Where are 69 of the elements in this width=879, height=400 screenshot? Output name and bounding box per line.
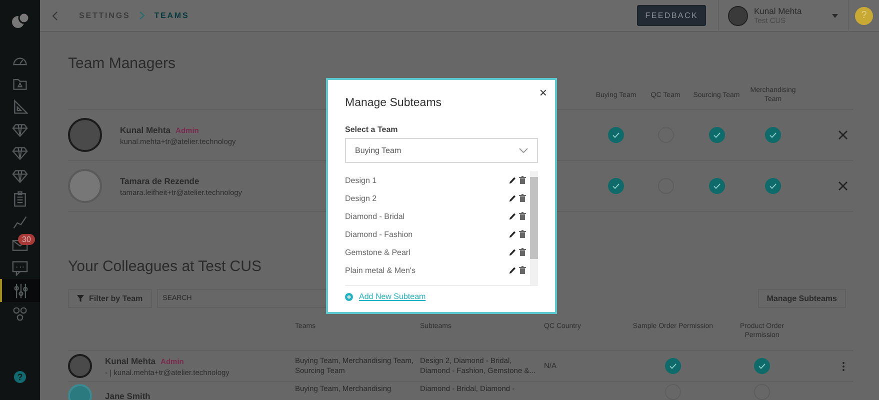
- manage-subteams-button[interactable]: Manage Subteams: [758, 289, 846, 308]
- subteam-name: Gemstone & Pearl: [345, 248, 410, 256]
- checked-circle[interactable]: [608, 127, 624, 143]
- checked-circle[interactable]: [708, 178, 724, 194]
- subteam-name: Design 1: [345, 176, 377, 184]
- trash-icon[interactable]: [519, 230, 526, 238]
- sidebar-item[interactable]: [0, 279, 40, 302]
- section-title: Your Colleagues at Test CUS: [68, 257, 262, 277]
- sidebar-item[interactable]: 30: [0, 233, 40, 256]
- trash-icon[interactable]: [519, 176, 526, 184]
- breadcrumb-link[interactable]: TEAMS: [154, 11, 190, 20]
- subteam-name: Plain metal & Men's: [345, 266, 416, 274]
- subteam-name: Diamond - Fashion: [345, 230, 413, 238]
- gem-icon: [12, 122, 28, 138]
- filter-icon: [77, 295, 84, 302]
- gem-icon: [12, 168, 28, 184]
- checked-circle[interactable]: [608, 178, 624, 194]
- chart-icon: [12, 214, 28, 230]
- user-avatar[interactable]: [728, 6, 748, 26]
- add-icon[interactable]: [345, 292, 353, 300]
- trash-icon[interactable]: [519, 266, 526, 274]
- cloud-logo-icon[interactable]: [10, 11, 30, 29]
- checked-circle[interactable]: [765, 178, 781, 194]
- dialog-title: Manage Subteams: [345, 97, 443, 109]
- gem-icon: [12, 144, 28, 160]
- caret-icon[interactable]: [832, 14, 838, 18]
- pencil-icon[interactable]: [509, 248, 516, 256]
- close-button[interactable]: ×: [539, 85, 547, 100]
- avatar: [68, 169, 102, 203]
- subteam-name: Design 2: [345, 194, 377, 202]
- feedback-button[interactable]: FEEDBACK: [637, 5, 706, 26]
- chevron-icon: [139, 11, 146, 20]
- notification-badge: 30: [18, 234, 35, 245]
- trash-icon[interactable]: [519, 212, 526, 220]
- sliders-icon: [13, 282, 29, 298]
- section-title: Team Managers: [68, 54, 176, 74]
- field-label: Select a Team: [345, 125, 399, 134]
- person-name: Tamara de Rezende: [120, 176, 200, 186]
- chevron-down-icon: [519, 148, 528, 153]
- filter-button[interactable]: Filter by Team: [68, 289, 152, 308]
- trash-icon[interactable]: [519, 248, 526, 256]
- chat-icon: [12, 260, 28, 276]
- scrollbar[interactable]: [530, 171, 538, 285]
- kebab-menu-icon[interactable]: [842, 362, 844, 370]
- person-name: Jane Smith: [105, 391, 150, 400]
- subteam-name: Diamond - Bridal: [345, 212, 405, 220]
- pencil-icon[interactable]: [509, 194, 516, 202]
- pencil-icon[interactable]: [509, 176, 516, 184]
- ruler-icon: [12, 98, 28, 114]
- clipboard-icon: [12, 190, 28, 206]
- network-icon: [12, 306, 28, 322]
- trash-icon[interactable]: [519, 194, 526, 202]
- checked-circle[interactable]: [708, 127, 724, 143]
- avatar: [68, 354, 92, 378]
- team-select[interactable]: Buying Team: [345, 138, 538, 163]
- pencil-icon[interactable]: [509, 230, 516, 238]
- checked-circle[interactable]: [665, 358, 681, 374]
- checked-circle[interactable]: [765, 127, 781, 143]
- help-button[interactable]: ?: [14, 371, 26, 383]
- checked-circle[interactable]: [754, 358, 770, 374]
- add-subteam-link[interactable]: Add New Subteam: [359, 292, 426, 301]
- pencil-icon[interactable]: [509, 266, 516, 274]
- remove-icon[interactable]: [838, 130, 848, 140]
- remove-icon[interactable]: [838, 181, 848, 191]
- help-button[interactable]: ?: [855, 6, 873, 24]
- avatar: [68, 118, 102, 152]
- back-chevron-icon[interactable]: [51, 10, 59, 20]
- user-name: Kunal Mehta: [754, 6, 802, 16]
- pencil-icon[interactable]: [509, 212, 516, 220]
